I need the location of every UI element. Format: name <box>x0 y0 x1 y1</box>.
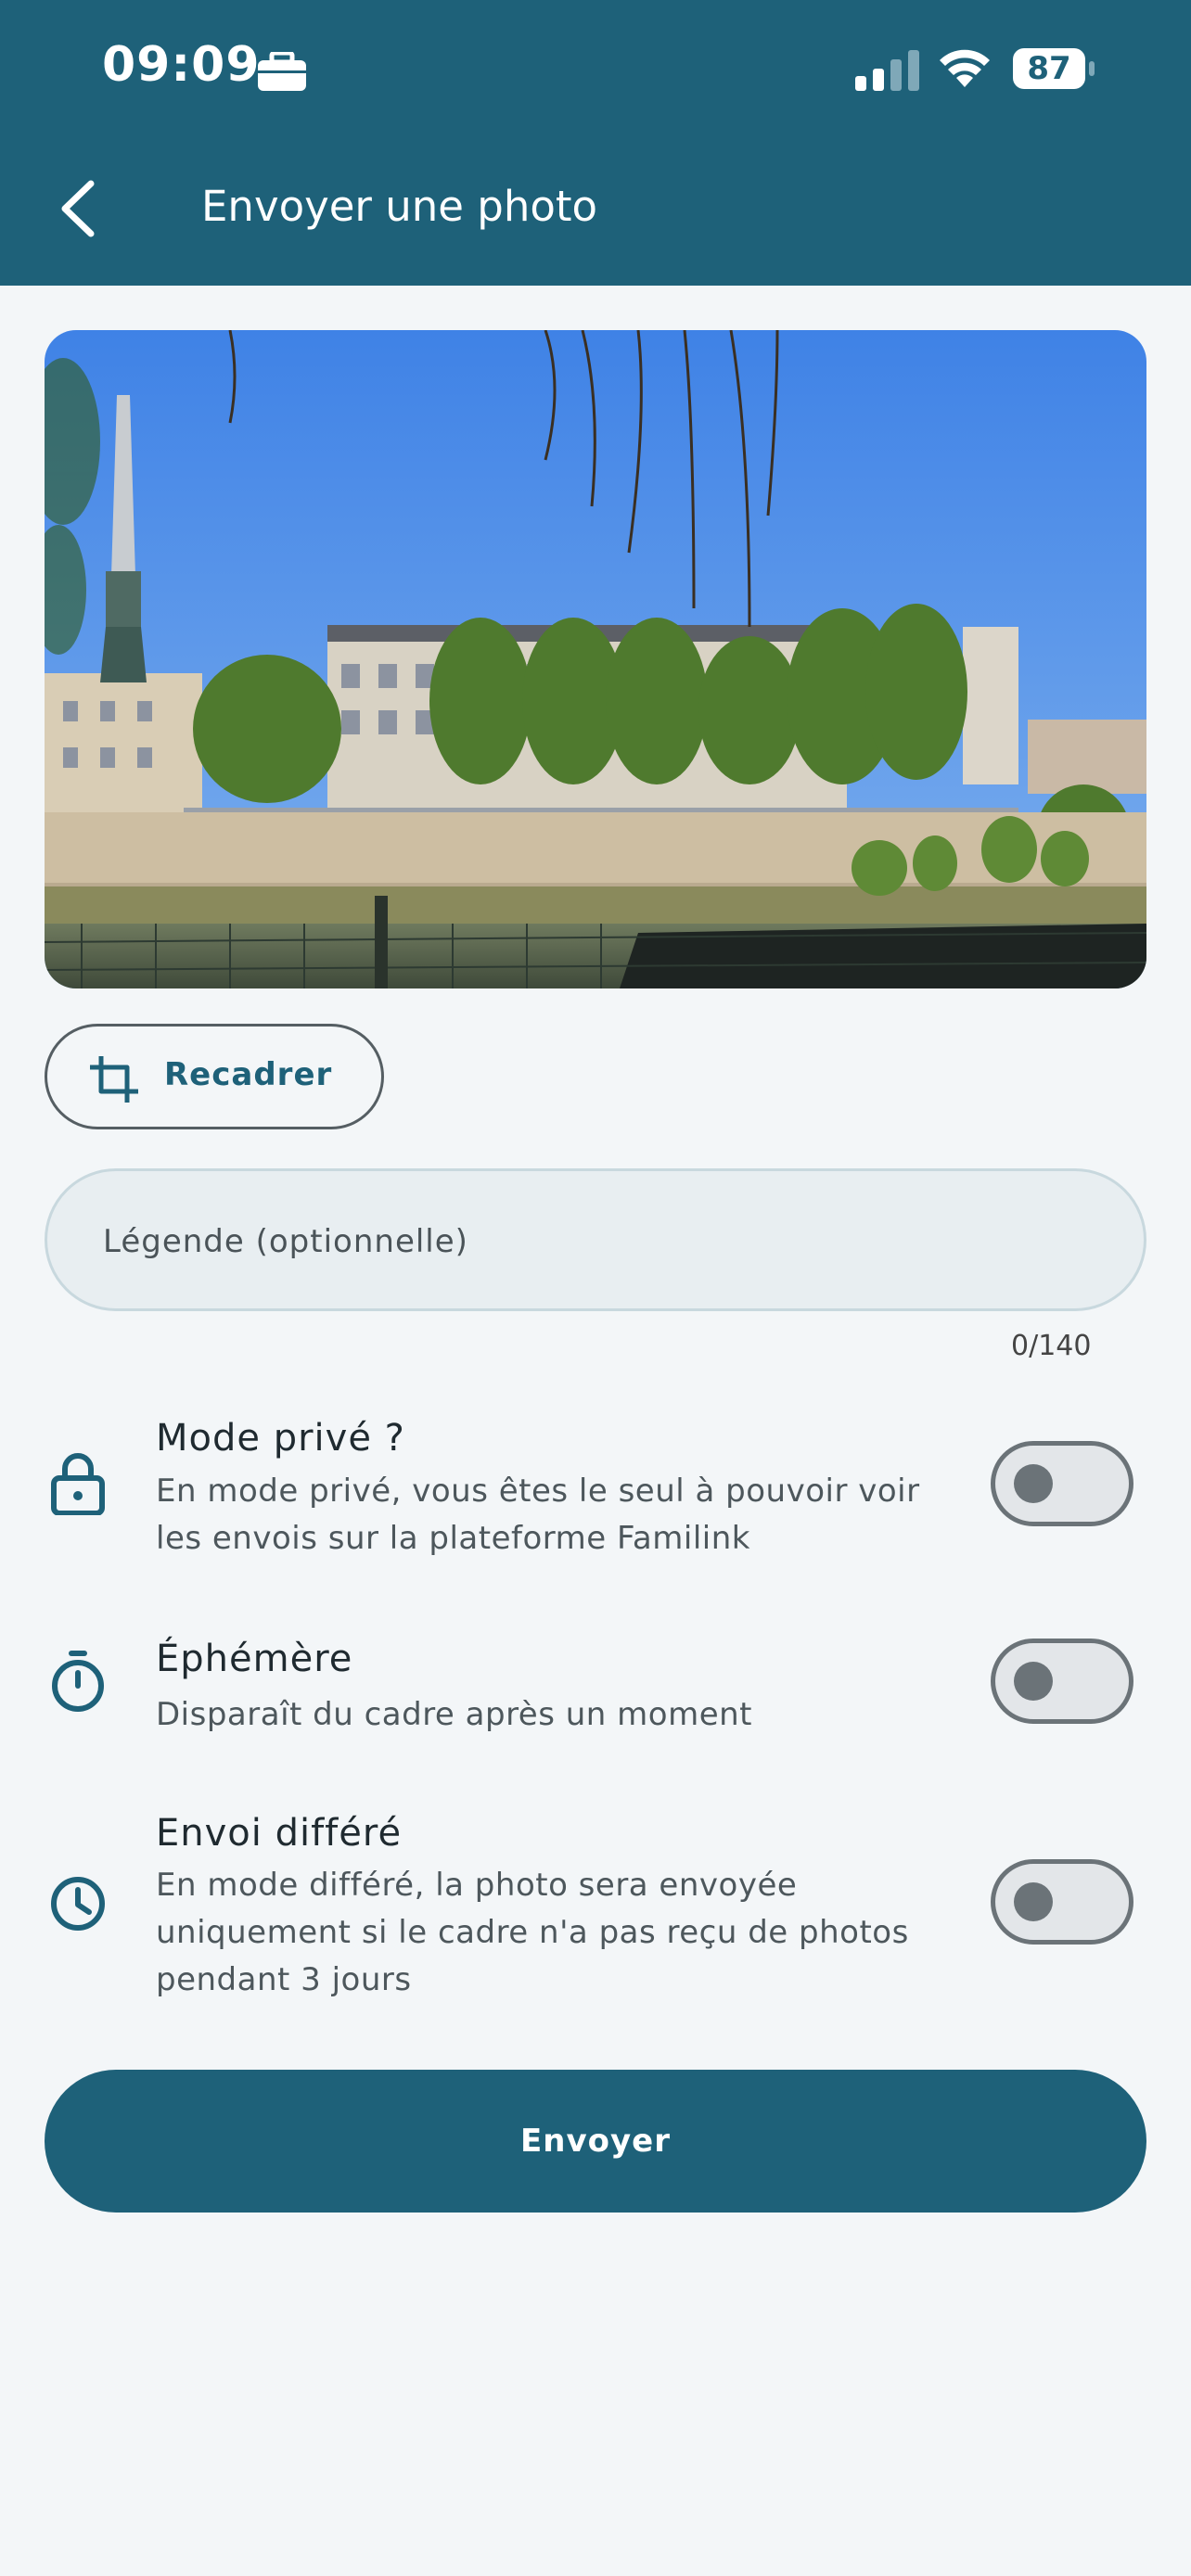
clock-icon <box>51 1877 105 1931</box>
chevron-left-icon[interactable] <box>54 176 102 241</box>
delayed-send-toggle[interactable] <box>991 1859 1133 1945</box>
toggle-knob <box>1014 1662 1053 1701</box>
battery-level: 87 <box>1027 50 1071 87</box>
photo-image <box>45 330 1146 988</box>
option-desc-ephemeral: Disparaît du cadre après un moment <box>156 1691 954 1739</box>
option-desc-line: En mode différé, la photo sera envoyée <box>156 1867 798 1904</box>
crop-label: Recadrer <box>164 1056 333 1093</box>
option-title-delayed: Envoi différé <box>156 1812 403 1855</box>
app-header: 09:09 87 Envoyer une photo <box>0 0 1191 286</box>
option-desc-line: les envois sur la plateforme Familink <box>156 1520 750 1557</box>
ephemeral-toggle[interactable] <box>991 1639 1133 1724</box>
briefcase-icon <box>258 52 306 91</box>
send-label: Envoyer <box>520 2123 671 2160</box>
status-time: 09:09 <box>102 37 261 93</box>
photo-preview <box>45 330 1146 988</box>
private-mode-toggle[interactable] <box>991 1441 1133 1526</box>
option-desc-delayed: En mode différé, la photo sera envoyée u… <box>156 1862 954 2004</box>
option-desc-line: uniquement si le cadre n'a pas reçu de p… <box>156 1914 909 1951</box>
option-desc-line: En mode privé, vous êtes le seul à pouvo… <box>156 1473 920 1510</box>
caption-field[interactable] <box>45 1168 1146 1311</box>
lock-icon <box>51 1453 105 1515</box>
option-desc-line: pendant 3 jours <box>156 1961 412 1998</box>
crop-button[interactable]: Recadrer <box>45 1024 384 1129</box>
option-title-ephemeral: Éphémère <box>156 1638 353 1680</box>
option-desc-line: Disparaît du cadre après un moment <box>156 1696 752 1733</box>
option-desc-private: En mode privé, vous êtes le seul à pouvo… <box>156 1468 954 1562</box>
page-title: Envoyer une photo <box>201 182 598 231</box>
toggle-knob <box>1014 1464 1053 1503</box>
wifi-icon <box>940 49 990 87</box>
caption-input[interactable] <box>101 1208 1079 1275</box>
crop-icon <box>90 1056 138 1103</box>
option-title-private: Mode privé ? <box>156 1417 405 1460</box>
signal-icon <box>855 50 919 91</box>
caption-counter: 0/140 <box>1011 1330 1092 1362</box>
toggle-knob <box>1014 1882 1053 1921</box>
send-button[interactable]: Envoyer <box>45 2070 1146 2213</box>
timer-icon <box>52 1651 104 1712</box>
